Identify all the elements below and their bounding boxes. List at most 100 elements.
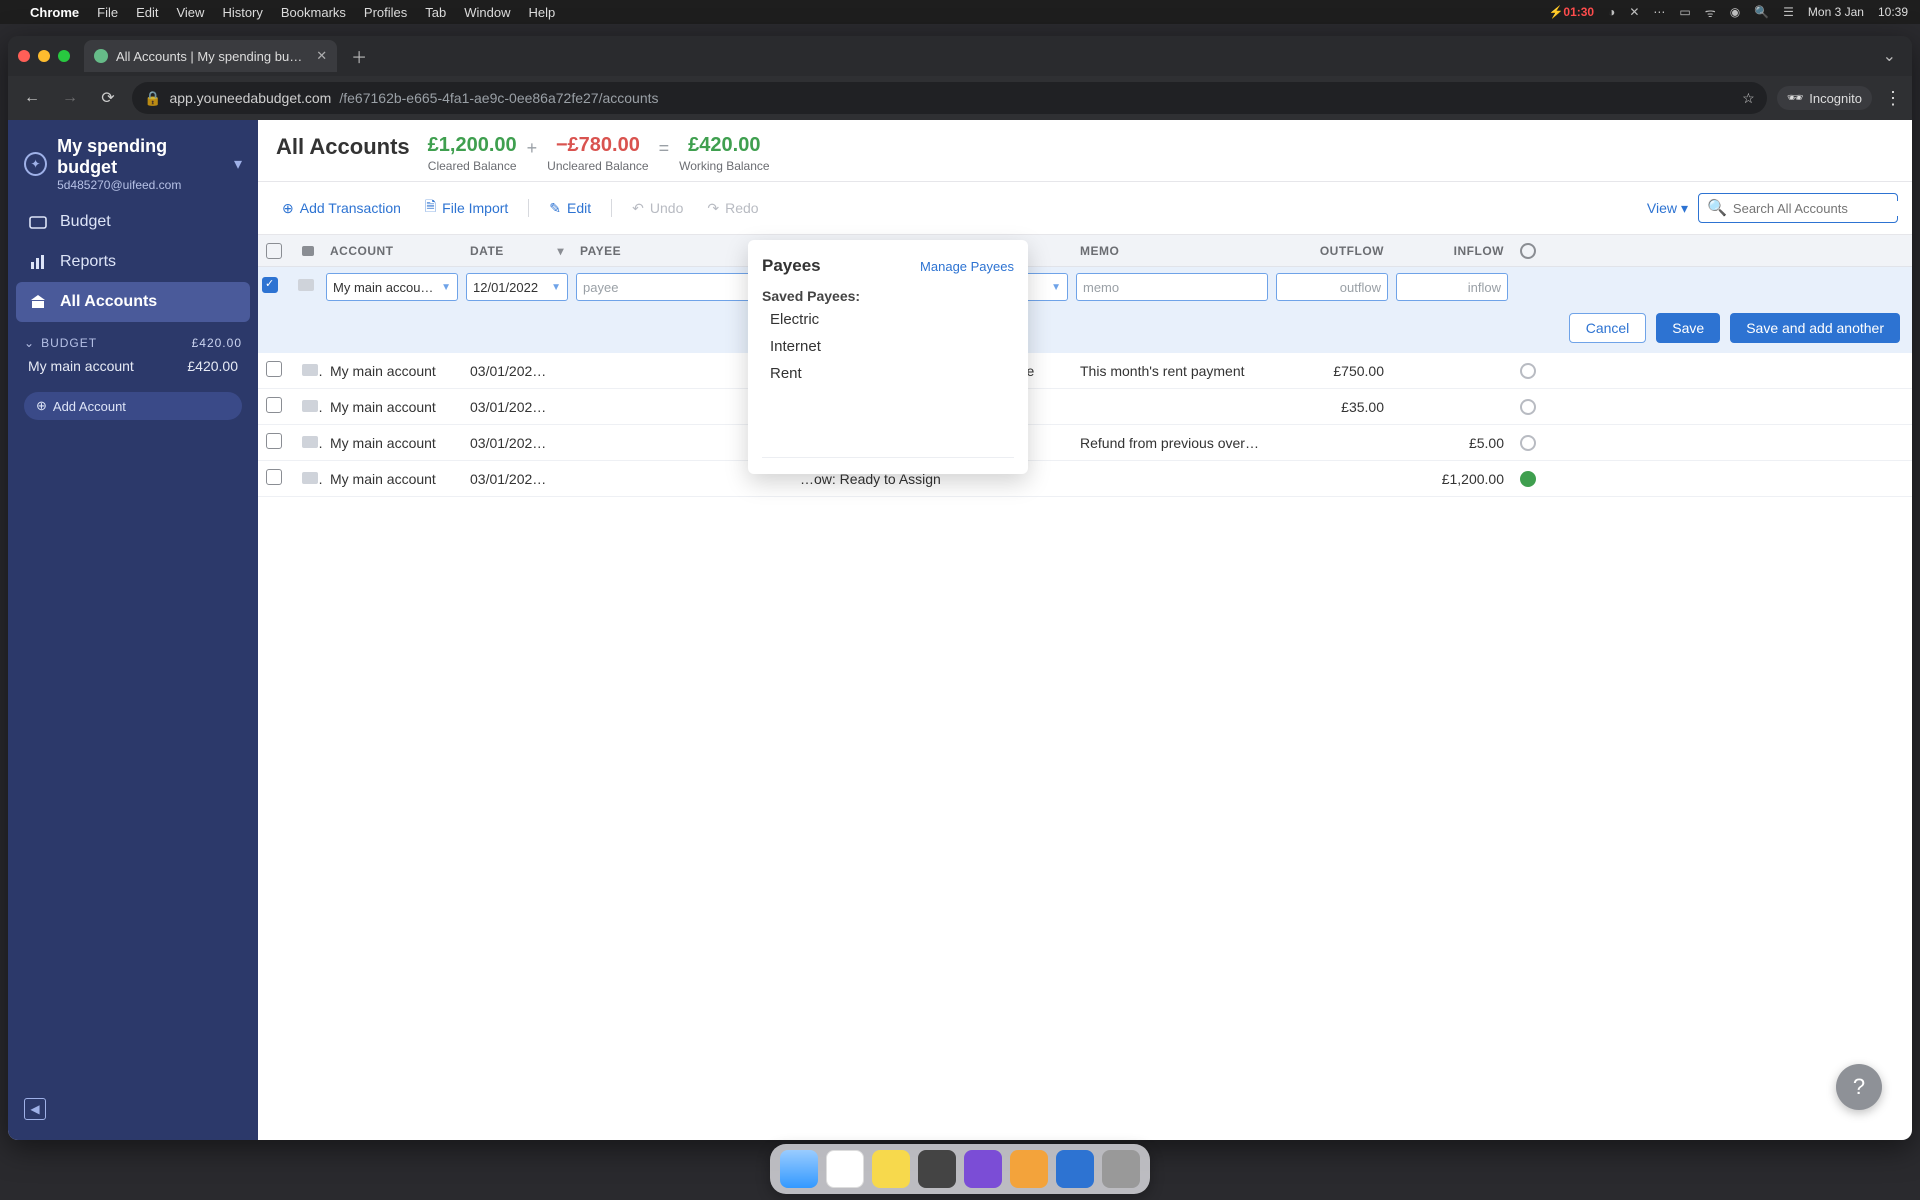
status-icon-1[interactable]: ◑ — [1608, 5, 1615, 19]
row-checkbox[interactable] — [266, 469, 282, 485]
menu-history[interactable]: History — [222, 5, 262, 20]
forward-button[interactable]: → — [56, 84, 84, 112]
sidebar-budget-section[interactable]: ⌄ BUDGET £420.00 — [16, 336, 250, 350]
flag-icon[interactable] — [302, 472, 318, 484]
dock-trash[interactable] — [1102, 1150, 1140, 1188]
browser-menu-icon[interactable]: ⋮ — [1884, 88, 1902, 109]
flag-icon[interactable] — [302, 364, 318, 376]
wifi-icon[interactable]: ᯤ — [1705, 4, 1716, 21]
menubar-date[interactable]: Mon 3 Jan — [1808, 5, 1864, 19]
cleared-icon[interactable] — [1520, 435, 1536, 451]
star-icon[interactable]: ☆ — [1742, 90, 1755, 107]
col-memo[interactable]: MEMO — [1072, 244, 1272, 258]
edit-button[interactable]: ✎Edit — [539, 194, 601, 223]
dock-app-6[interactable] — [1010, 1150, 1048, 1188]
budget-name: My spending budget — [57, 136, 224, 178]
table-row[interactable]: My main account03/01/202……nediate Obliga… — [258, 389, 1912, 425]
save-button[interactable]: Save — [1656, 313, 1720, 343]
col-outflow[interactable]: OUTFLOW — [1272, 244, 1392, 258]
address-bar[interactable]: 🔒 app.youneedabudget.com/fe67162b-e665-4… — [132, 82, 1767, 114]
dock-app-7[interactable] — [1056, 1150, 1094, 1188]
reload-button[interactable]: ⟳ — [94, 84, 122, 112]
add-account-button[interactable]: ⊕ Add Account — [24, 392, 242, 420]
control-center-icon[interactable]: ◉ — [1730, 5, 1740, 19]
payee-option[interactable]: Electric — [748, 306, 1028, 333]
back-button[interactable]: ← — [18, 84, 46, 112]
flag-icon[interactable] — [298, 279, 314, 291]
date-combo[interactable]: 12/01/2022▼ — [466, 273, 568, 301]
inflow-input[interactable] — [1396, 273, 1508, 301]
flag-icon[interactable] — [302, 436, 318, 448]
sidebar-account-row[interactable]: My main account £420.00 — [16, 350, 250, 382]
close-window-icon[interactable] — [18, 50, 30, 62]
maximize-window-icon[interactable] — [58, 50, 70, 62]
select-all-checkbox[interactable] — [266, 243, 282, 259]
menu-file[interactable]: File — [97, 5, 118, 20]
payee-option[interactable]: Rent — [748, 360, 1028, 387]
status-icon-4[interactable]: ▭ — [1679, 5, 1690, 19]
uncleared-value: −£780.00 — [547, 134, 648, 157]
menu-help[interactable]: Help — [529, 5, 556, 20]
spotlight-icon[interactable]: 🔍 — [1754, 5, 1769, 19]
search-input[interactable] — [1733, 201, 1909, 216]
dock-app-chrome[interactable] — [826, 1150, 864, 1188]
account-combo[interactable]: My main accou…▼ — [326, 273, 458, 301]
col-account[interactable]: ACCOUNT — [322, 244, 462, 258]
account-combo-value: My main accou… — [333, 280, 437, 295]
tabs-overflow-icon[interactable]: ⌄ — [1883, 46, 1902, 66]
help-button[interactable]: ? — [1836, 1064, 1882, 1110]
save-add-another-button[interactable]: Save and add another — [1730, 313, 1900, 343]
payee-option[interactable]: Internet — [748, 333, 1028, 360]
flag-icon[interactable] — [302, 400, 318, 412]
file-import-button[interactable]: 🗎File Import — [415, 190, 518, 226]
cleared-icon[interactable] — [1520, 363, 1536, 379]
siri-icon[interactable]: ☰ — [1783, 5, 1794, 19]
dock-app-terminal[interactable] — [918, 1150, 956, 1188]
incognito-badge[interactable]: 🕶 Incognito — [1777, 86, 1872, 110]
cancel-button[interactable]: Cancel — [1569, 313, 1647, 343]
row-checkbox[interactable] — [266, 433, 282, 449]
menubar-app[interactable]: Chrome — [30, 5, 79, 20]
row-checkbox[interactable] — [266, 361, 282, 377]
manage-payees-link[interactable]: Manage Payees — [920, 259, 1014, 274]
col-cleared[interactable] — [1512, 243, 1544, 259]
menu-edit[interactable]: Edit — [136, 5, 158, 20]
battery-icon[interactable]: ⚡01:30 — [1548, 5, 1594, 19]
browser-tab[interactable]: All Accounts | My spending bu… ✕ — [84, 40, 337, 72]
menu-profiles[interactable]: Profiles — [364, 5, 407, 20]
status-icon-2[interactable]: ✕ — [1629, 5, 1639, 19]
undo-button[interactable]: ↶Undo — [622, 194, 693, 223]
menu-tab[interactable]: Tab — [425, 5, 446, 20]
cleared-icon[interactable] — [1520, 399, 1536, 415]
table-row[interactable]: My main account03/01/202……nediate Obliga… — [258, 425, 1912, 461]
collapse-sidebar-button[interactable]: ◀ — [16, 1090, 250, 1128]
outflow-input[interactable] — [1276, 273, 1388, 301]
dock-app-notes[interactable] — [872, 1150, 910, 1188]
menu-bookmarks[interactable]: Bookmarks — [281, 5, 346, 20]
table-row[interactable]: My main account03/01/202……ow: Ready to A… — [258, 461, 1912, 497]
menu-view[interactable]: View — [176, 5, 204, 20]
col-date[interactable]: DATE▾ — [462, 244, 572, 258]
search-box[interactable]: 🔍 — [1698, 193, 1898, 223]
budget-switcher[interactable]: ✦ My spending budget 5d485270@uifeed.com… — [16, 132, 250, 202]
add-transaction-button[interactable]: ⊕Add Transaction — [272, 194, 411, 223]
menu-window[interactable]: Window — [464, 5, 510, 20]
dock-app-5[interactable] — [964, 1150, 1002, 1188]
close-tab-icon[interactable]: ✕ — [316, 48, 327, 64]
memo-input[interactable] — [1076, 273, 1268, 301]
dock-app-finder[interactable] — [780, 1150, 818, 1188]
view-dropdown[interactable]: View▾ — [1647, 200, 1688, 217]
table-row[interactable]: My main account03/01/202……nediate Obliga… — [258, 353, 1912, 389]
cleared-icon[interactable] — [1520, 471, 1536, 487]
minimize-window-icon[interactable] — [38, 50, 50, 62]
status-icon-3[interactable]: ⋯ — [1653, 5, 1665, 19]
menubar-time[interactable]: 10:39 — [1878, 5, 1908, 19]
redo-button[interactable]: ↷Redo — [697, 194, 768, 223]
new-tab-button[interactable]: ＋ — [345, 42, 373, 70]
sidebar-item-all-accounts[interactable]: All Accounts — [16, 282, 250, 322]
row-checkbox[interactable] — [266, 397, 282, 413]
row-checkbox[interactable] — [262, 277, 278, 293]
sidebar-item-reports[interactable]: Reports — [16, 242, 250, 282]
col-inflow[interactable]: INFLOW — [1392, 244, 1512, 258]
sidebar-item-budget[interactable]: Budget — [16, 202, 250, 242]
